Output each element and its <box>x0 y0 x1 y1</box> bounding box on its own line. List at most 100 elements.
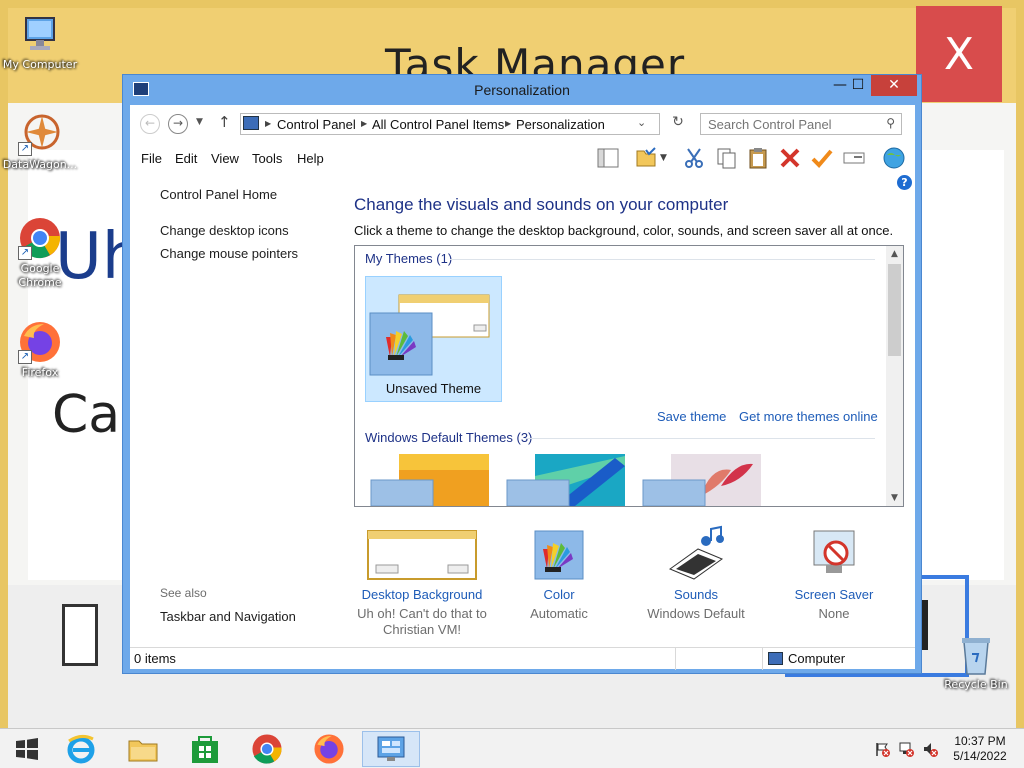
window-client: ← → ▼ ↑ ▶ Control Panel ▶ All Control Pa… <box>130 105 915 670</box>
search-box[interactable]: ⚲ <box>700 113 902 135</box>
sounds-icon <box>668 525 724 580</box>
desktop-icon-recycle-bin[interactable]: Recycle Bin <box>936 632 1016 692</box>
taskbar-store[interactable] <box>178 731 232 767</box>
properties-check-icon[interactable] <box>810 146 834 170</box>
up-button[interactable]: ↑ <box>218 113 231 131</box>
computer-icon <box>18 12 62 56</box>
clock-date: 5/14/2022 <box>953 749 1007 763</box>
search-input[interactable] <box>701 114 871 134</box>
setting-label[interactable]: Color <box>489 587 629 602</box>
address-dropdown-icon[interactable]: ⌄ <box>637 116 646 129</box>
window-titlebar[interactable]: Personalization — ☐ ✕ <box>123 75 921 105</box>
start-button[interactable] <box>0 731 54 767</box>
color-palette-icon <box>534 530 584 580</box>
folder-dropdown-icon[interactable]: ▼ <box>660 146 674 170</box>
breadcrumb-control-panel[interactable]: Control Panel <box>277 117 356 132</box>
menu-bar: File Edit View Tools Help ▼ ? <box>130 143 915 190</box>
setting-label[interactable]: Sounds <box>626 587 766 602</box>
breadcrumb-all-items[interactable]: All Control Panel Items <box>372 117 504 132</box>
menu-tools[interactable]: Tools <box>252 151 282 166</box>
paste-icon[interactable] <box>746 146 770 170</box>
scroll-up-icon[interactable]: ▲ <box>886 246 903 262</box>
breadcrumb-separator-icon: ▶ <box>265 119 272 128</box>
menu-file[interactable]: File <box>141 151 162 166</box>
cut-icon[interactable] <box>682 146 706 170</box>
file-explorer-icon <box>128 740 158 762</box>
theme-preview-icon <box>369 294 490 376</box>
setting-label[interactable]: Screen Saver <box>764 587 904 602</box>
search-icon[interactable]: ⚲ <box>886 116 895 130</box>
taskbar-clock[interactable]: 10:37 PM 5/14/2022 <box>940 734 1020 764</box>
theme-item-unsaved[interactable]: Unsaved Theme <box>365 276 502 402</box>
store-icon <box>192 736 218 763</box>
desktop-icon-my-computer[interactable]: My Computer <box>0 12 80 72</box>
breadcrumb-personalization[interactable]: Personalization <box>516 117 605 132</box>
save-theme-link[interactable]: Save theme <box>657 409 726 424</box>
taskbar-firefox[interactable] <box>302 731 356 767</box>
status-item-count: 0 items <box>134 651 176 666</box>
theme-list[interactable]: My Themes (1) Unsaved Theme Save theme G… <box>354 245 904 507</box>
menu-view[interactable]: View <box>211 151 239 166</box>
desktop-icon-datawagon[interactable]: ↗ DataWagon... <box>0 112 80 172</box>
help-icon[interactable]: ? <box>897 175 912 190</box>
color-setting[interactable]: Color Automatic <box>489 525 629 622</box>
get-more-themes-link[interactable]: Get more themes online <box>739 409 878 424</box>
firefox-icon: ↗ <box>18 320 62 364</box>
sounds-setting[interactable]: Sounds Windows Default <box>626 525 766 622</box>
setting-label[interactable]: Desktop Background <box>352 587 492 602</box>
theme-list-scrollbar[interactable]: ▲ ▼ <box>886 246 903 506</box>
taskbar-navigation-link[interactable]: Taskbar and Navigation <box>160 609 296 624</box>
maximize-button[interactable]: ☐ <box>843 75 873 96</box>
datawagon-icon: ↗ <box>18 112 62 156</box>
screen-saver-setting[interactable]: Screen Saver None <box>764 525 904 622</box>
taskbar: 10:37 PM 5/14/2022 <box>0 728 1024 768</box>
breadcrumb-separator-icon: ▶ <box>505 119 512 128</box>
network-icon[interactable] <box>898 741 914 757</box>
chrome-icon: ↗ <box>18 216 62 260</box>
wallpaper-close: X <box>916 6 1002 102</box>
scroll-thumb[interactable] <box>888 264 901 356</box>
taskbar-file-explorer[interactable] <box>116 731 170 767</box>
theme-item-lines-colors[interactable] <box>505 436 625 506</box>
change-desktop-icons-link[interactable]: Change desktop icons <box>160 223 289 238</box>
theme-item-flowers[interactable] <box>641 436 761 506</box>
desktop-icon-chrome[interactable]: ↗ Google Chrome <box>0 216 80 290</box>
theme-item-windows[interactable] <box>369 436 491 506</box>
personalization-window[interactable]: Personalization — ☐ ✕ ← → ▼ ↑ ▶ Control … <box>122 74 922 674</box>
volume-icon[interactable] <box>922 741 938 757</box>
rename-icon[interactable] <box>842 146 866 170</box>
recent-pages-dropdown-icon[interactable]: ▼ <box>196 117 203 127</box>
back-button[interactable]: ← <box>140 114 160 134</box>
menu-help[interactable]: Help <box>297 151 324 166</box>
change-mouse-pointers-link[interactable]: Change mouse pointers <box>160 246 298 261</box>
desktop-icon-label: My Computer <box>2 58 78 71</box>
close-button[interactable]: ✕ <box>871 75 917 96</box>
action-center-flag-icon[interactable] <box>874 741 890 757</box>
layout-pane-icon[interactable] <box>596 146 620 170</box>
setting-value: None <box>818 606 850 621</box>
globe-icon[interactable] <box>882 146 906 170</box>
taskbar-internet-explorer[interactable] <box>54 731 108 767</box>
desktop-background-preview <box>352 525 492 583</box>
taskbar-control-panel[interactable] <box>362 731 420 767</box>
my-themes-label: My Themes (1) <box>365 251 453 266</box>
taskbar-chrome[interactable] <box>240 731 294 767</box>
desktop-background-setting[interactable]: Desktop Background Uh oh! Can't do that … <box>352 525 492 638</box>
windows-logo-icon <box>16 738 38 760</box>
address-bar[interactable]: ▶ Control Panel ▶ All Control Panel Item… <box>240 113 660 135</box>
address-row: ← → ▼ ↑ ▶ Control Panel ▶ All Control Pa… <box>130 105 915 143</box>
delete-icon[interactable] <box>778 146 802 170</box>
setting-value: Windows Default <box>647 606 745 621</box>
menu-edit[interactable]: Edit <box>175 151 197 166</box>
refresh-icon[interactable]: ↻ <box>667 114 689 134</box>
clock-time: 10:37 PM <box>954 734 1006 748</box>
desktop-icon-firefox[interactable]: ↗ Firefox <box>0 320 80 380</box>
folder-check-icon[interactable] <box>634 146 658 170</box>
copy-icon[interactable] <box>714 146 738 170</box>
scroll-down-icon[interactable]: ▼ <box>886 490 903 506</box>
page-title: Change the visuals and sounds on your co… <box>354 195 729 214</box>
breadcrumb-separator-icon: ▶ <box>361 119 368 128</box>
forward-button[interactable]: → <box>168 114 188 134</box>
control-panel-home-link[interactable]: Control Panel Home <box>160 187 277 202</box>
wallpaper-checkbox <box>62 604 98 666</box>
